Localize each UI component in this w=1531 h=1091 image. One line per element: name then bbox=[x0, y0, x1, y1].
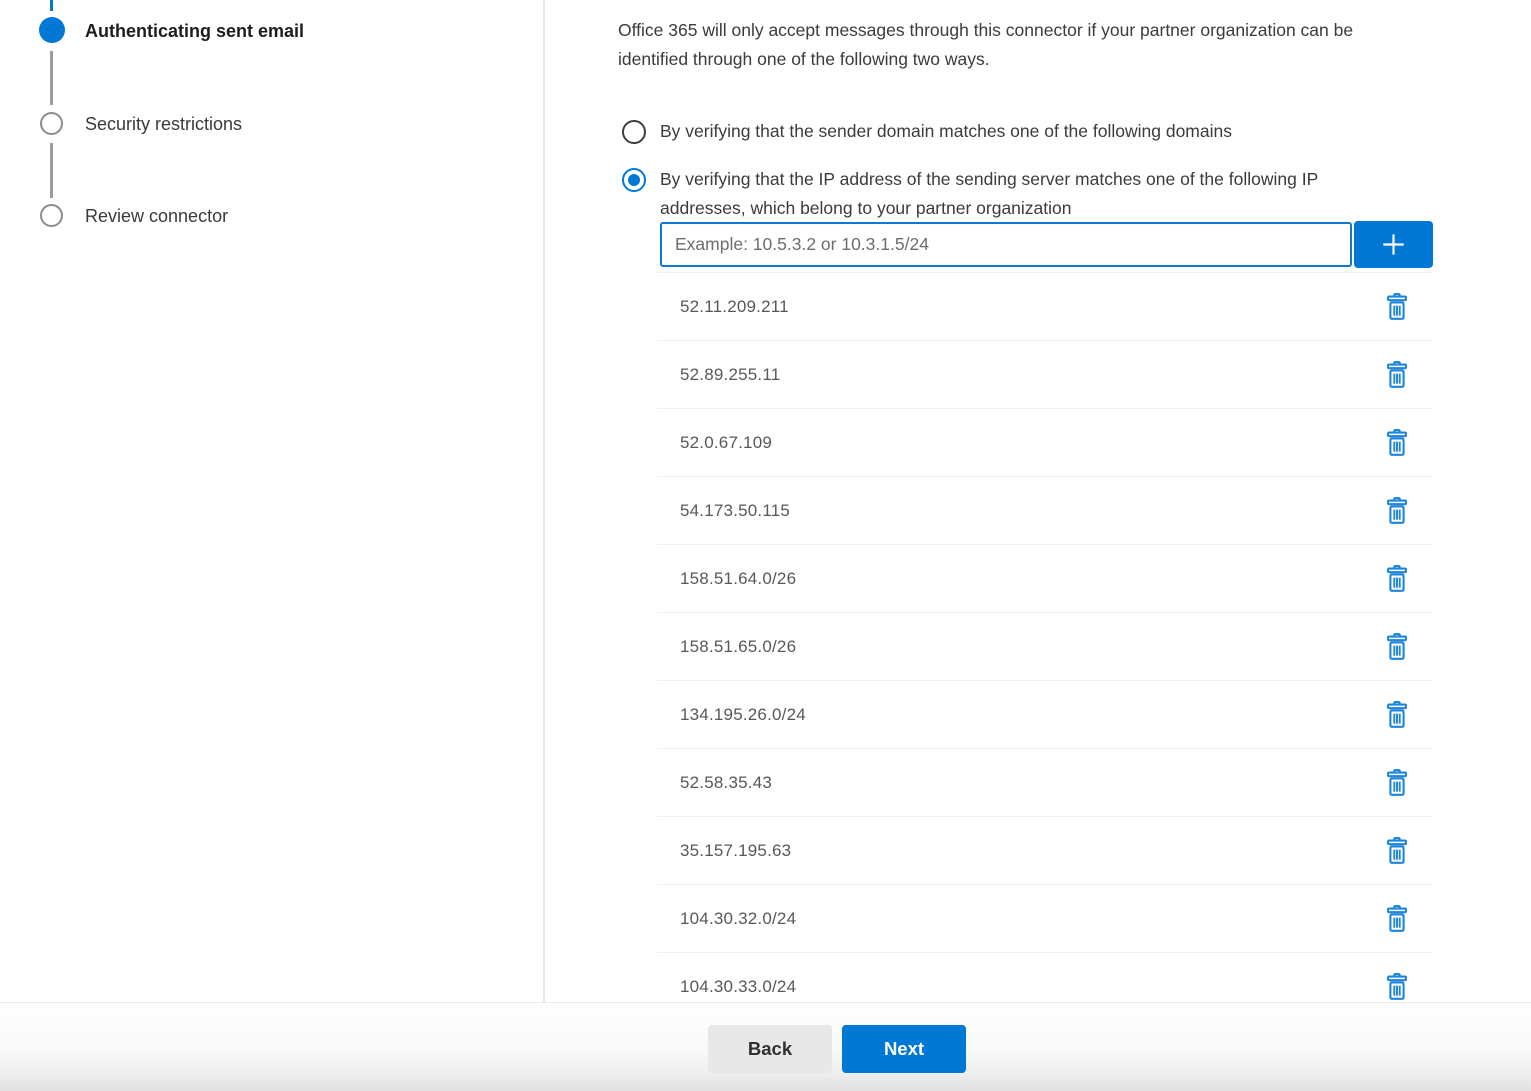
ip-value: 35.157.195.63 bbox=[657, 841, 791, 861]
step-label-review[interactable]: Review connector bbox=[85, 204, 228, 228]
trash-icon bbox=[1385, 361, 1409, 389]
delete-ip-button[interactable] bbox=[1380, 902, 1414, 936]
step-indicator-security bbox=[40, 112, 63, 135]
option-label-line: By verifying that the IP address of the … bbox=[660, 165, 1318, 194]
ip-address-list: 52.11.209.211 52.89.255.11 52.0.67.109 5… bbox=[657, 272, 1432, 1002]
stepper-connector bbox=[50, 143, 53, 198]
ip-list-item: 35.157.195.63 bbox=[657, 816, 1432, 884]
intro-line: identified through one of the following … bbox=[618, 45, 1353, 74]
delete-ip-button[interactable] bbox=[1380, 630, 1414, 664]
ip-value: 52.11.209.211 bbox=[657, 297, 789, 317]
ip-list-item: 52.89.255.11 bbox=[657, 340, 1432, 408]
ip-value: 104.30.32.0/24 bbox=[657, 909, 796, 929]
ip-list-item: 54.173.50.115 bbox=[657, 476, 1432, 544]
trash-icon bbox=[1385, 701, 1409, 729]
trash-icon bbox=[1385, 565, 1409, 593]
ip-list-item: 158.51.65.0/26 bbox=[657, 612, 1432, 680]
stepper-connector-top bbox=[50, 0, 53, 11]
ip-list-item: 104.30.32.0/24 bbox=[657, 884, 1432, 952]
trash-icon bbox=[1385, 905, 1409, 933]
add-ip-button[interactable] bbox=[1354, 221, 1433, 268]
intro-text: Office 365 will only accept messages thr… bbox=[618, 16, 1353, 74]
back-button[interactable]: Back bbox=[708, 1025, 832, 1073]
radio-selected-icon[interactable] bbox=[622, 168, 646, 192]
ip-list-item: 104.30.33.0/24 bbox=[657, 952, 1432, 1002]
stepper-connector bbox=[50, 51, 53, 105]
connector-wizard-page: Authenticating sent email Security restr… bbox=[0, 0, 1531, 1091]
ip-value: 158.51.65.0/26 bbox=[657, 637, 796, 657]
next-button[interactable]: Next bbox=[842, 1025, 966, 1073]
radio-unselected-icon[interactable] bbox=[622, 120, 646, 144]
ip-address-input[interactable] bbox=[660, 222, 1352, 267]
ip-value: 134.195.26.0/24 bbox=[657, 705, 806, 725]
ip-list-item: 134.195.26.0/24 bbox=[657, 680, 1432, 748]
ip-list-item: 158.51.64.0/26 bbox=[657, 544, 1432, 612]
trash-icon bbox=[1385, 769, 1409, 797]
step-indicator-review bbox=[40, 204, 63, 227]
intro-line: Office 365 will only accept messages thr… bbox=[618, 16, 1353, 45]
ip-value: 158.51.64.0/26 bbox=[657, 569, 796, 589]
option-sender-domain-label: By verifying that the sender domain matc… bbox=[660, 117, 1232, 146]
authentication-step-panel: Office 365 will only accept messages thr… bbox=[547, 0, 1531, 1002]
option-ip-address[interactable]: By verifying that the IP address of the … bbox=[622, 165, 1318, 223]
option-sender-domain[interactable]: By verifying that the sender domain matc… bbox=[622, 117, 1232, 146]
radio-dot bbox=[628, 174, 640, 186]
delete-ip-button[interactable] bbox=[1380, 290, 1414, 324]
delete-ip-button[interactable] bbox=[1380, 494, 1414, 528]
delete-ip-button[interactable] bbox=[1380, 834, 1414, 868]
ip-value: 104.30.33.0/24 bbox=[657, 977, 796, 997]
option-ip-address-label: By verifying that the IP address of the … bbox=[660, 165, 1318, 223]
wizard-content: Authenticating sent email Security restr… bbox=[0, 0, 1531, 1002]
plus-icon bbox=[1378, 229, 1409, 260]
delete-ip-button[interactable] bbox=[1380, 970, 1414, 1003]
wizard-stepper: Authenticating sent email Security restr… bbox=[0, 0, 545, 1002]
ip-list-item: 52.11.209.211 bbox=[657, 272, 1432, 340]
ip-value: 52.0.67.109 bbox=[657, 433, 772, 453]
trash-icon bbox=[1385, 837, 1409, 865]
trash-icon bbox=[1385, 497, 1409, 525]
step-indicator-authenticating bbox=[39, 17, 65, 43]
trash-icon bbox=[1385, 633, 1409, 661]
step-label-security[interactable]: Security restrictions bbox=[85, 112, 242, 136]
delete-ip-button[interactable] bbox=[1380, 698, 1414, 732]
ip-value: 52.89.255.11 bbox=[657, 365, 780, 385]
option-label-line: addresses, which belong to your partner … bbox=[660, 194, 1318, 223]
trash-icon bbox=[1385, 293, 1409, 321]
wizard-footer: Back Next bbox=[0, 1002, 1531, 1091]
ip-list-item: 52.0.67.109 bbox=[657, 408, 1432, 476]
delete-ip-button[interactable] bbox=[1380, 358, 1414, 392]
trash-icon bbox=[1385, 429, 1409, 457]
delete-ip-button[interactable] bbox=[1380, 766, 1414, 800]
trash-icon bbox=[1385, 973, 1409, 1001]
delete-ip-button[interactable] bbox=[1380, 426, 1414, 460]
ip-list-item: 52.58.35.43 bbox=[657, 748, 1432, 816]
ip-value: 54.173.50.115 bbox=[657, 501, 790, 521]
option-label-line: By verifying that the sender domain matc… bbox=[660, 117, 1232, 146]
step-label-authenticating[interactable]: Authenticating sent email bbox=[85, 19, 304, 43]
delete-ip-button[interactable] bbox=[1380, 562, 1414, 596]
ip-value: 52.58.35.43 bbox=[657, 773, 772, 793]
